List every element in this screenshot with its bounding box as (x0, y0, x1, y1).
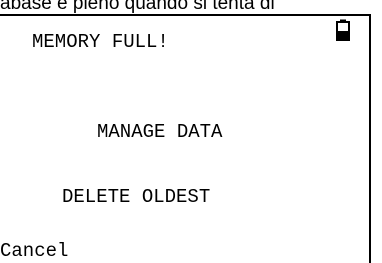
battery-low-icon (336, 19, 350, 41)
caption-text: abase è pieno quando si tenta di (0, 0, 275, 14)
menu-option-delete-oldest[interactable]: DELETE OLDEST (62, 186, 210, 208)
screen-title: MEMORY FULL! (32, 31, 169, 53)
caption-strip: abase è pieno quando si tenta di (0, 0, 382, 14)
device-screen: MEMORY FULL! MANAGE DATA DELETE OLDEST C… (0, 14, 371, 263)
cancel-softkey[interactable]: Cancel (0, 240, 68, 262)
menu-option-manage-data[interactable]: MANAGE DATA (97, 121, 222, 143)
